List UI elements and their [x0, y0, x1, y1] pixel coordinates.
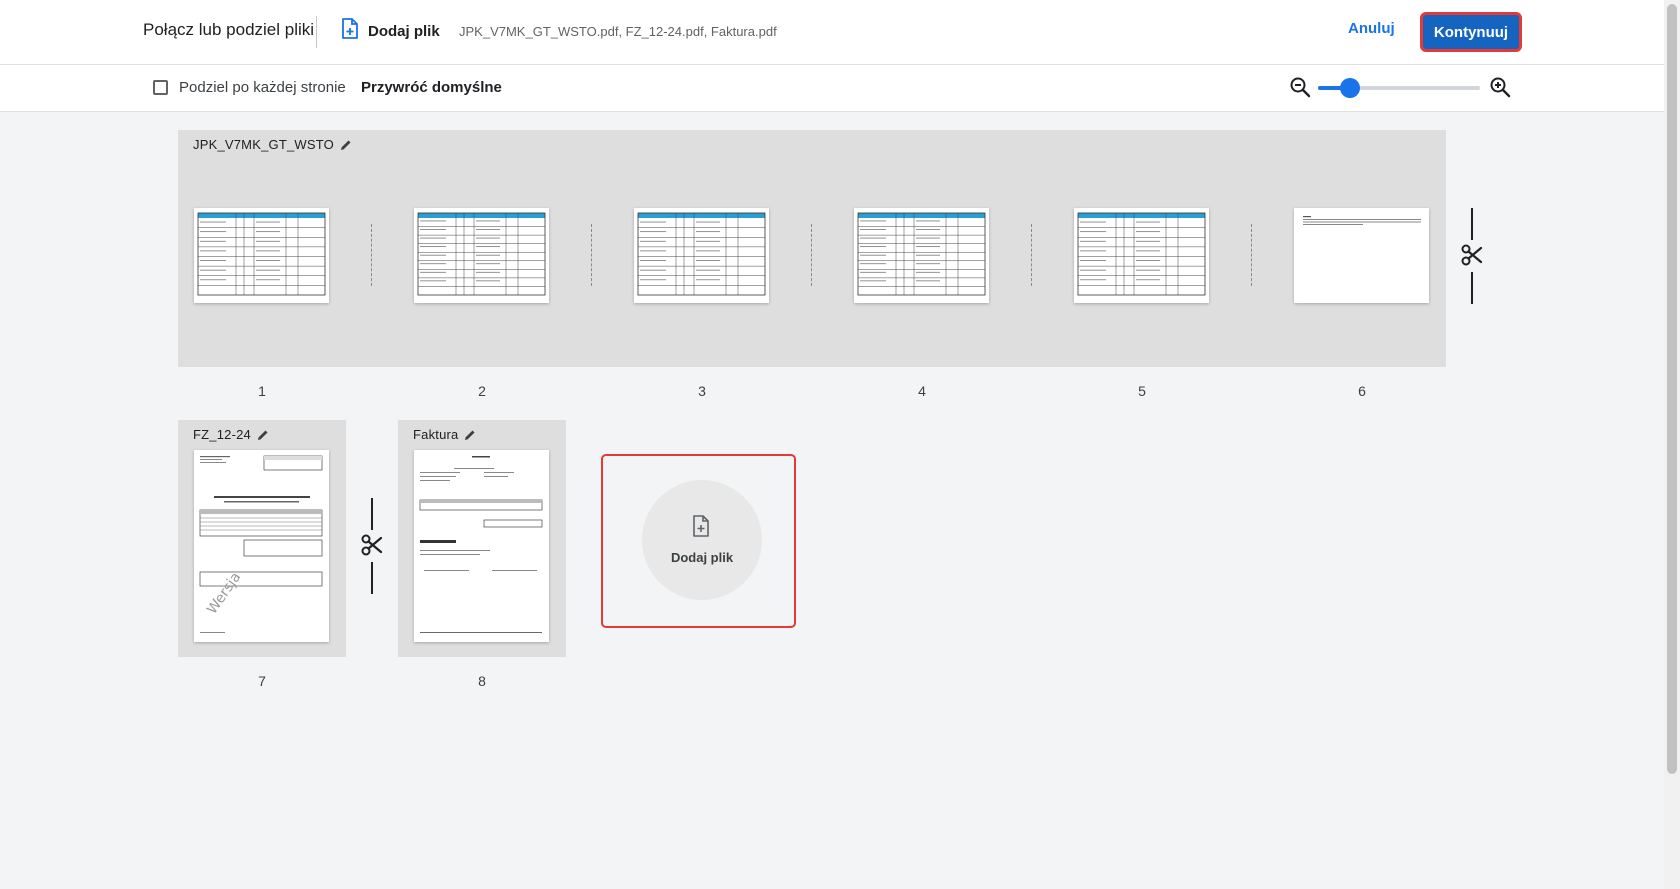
- toolbar: Podziel po każdej stronie Przywróć domyś…: [0, 65, 1664, 112]
- page-number: 4: [918, 383, 926, 399]
- split-point[interactable]: [811, 224, 812, 286]
- edit-name-icon[interactable]: [340, 139, 352, 151]
- restore-defaults-button[interactable]: Przywróć domyślne: [361, 79, 502, 96]
- split-line: [1471, 208, 1473, 240]
- page-number: 1: [258, 383, 266, 399]
- add-file-icon: [690, 514, 712, 543]
- group-title: Faktura: [413, 427, 476, 442]
- group-title: FZ_12-24: [193, 427, 269, 442]
- header-divider: [316, 16, 317, 48]
- scrollbar-thumb[interactable]: [1667, 4, 1677, 774]
- header: Połącz lub podziel pliki Dodaj plik JPK_…: [0, 0, 1664, 65]
- split-point[interactable]: [1031, 224, 1032, 286]
- split-point[interactable]: [591, 224, 592, 286]
- zoom-out-icon[interactable]: [1289, 76, 1311, 103]
- split-point[interactable]: [1251, 224, 1252, 286]
- page-number: 7: [258, 673, 266, 689]
- page-thumbnail[interactable]: [854, 208, 989, 303]
- file-group-jpk: JPK_V7MK_GT_WSTO: [178, 130, 1446, 367]
- add-file-card[interactable]: Dodaj plik: [601, 454, 796, 628]
- edit-name-icon[interactable]: [464, 429, 476, 441]
- svg-text:Wersja: Wersja: [204, 569, 244, 617]
- page-number: 6: [1358, 383, 1366, 399]
- scissors-icon: [360, 533, 384, 562]
- file-list: JPK_V7MK_GT_WSTO.pdf, FZ_12-24.pdf, Fakt…: [459, 24, 777, 39]
- page-thumbnail[interactable]: [414, 208, 549, 303]
- add-file-icon: [340, 18, 360, 45]
- zoom-slider[interactable]: [1318, 78, 1480, 98]
- page-number: 8: [478, 673, 486, 689]
- page-number: 5: [1138, 383, 1146, 399]
- page-thumbnail[interactable]: [1074, 208, 1209, 303]
- app-title: Połącz lub podziel pliki: [143, 20, 315, 39]
- scissors-icon: [1460, 243, 1484, 272]
- page-number: 3: [698, 383, 706, 399]
- group-name: FZ_12-24: [193, 427, 251, 442]
- page-number: 2: [478, 383, 486, 399]
- scrollbar[interactable]: [1664, 0, 1680, 889]
- group-name: Faktura: [413, 427, 459, 442]
- split-line: [1471, 272, 1473, 304]
- add-file-button[interactable]: Dodaj plik: [340, 18, 440, 45]
- split-marker[interactable]: [1457, 208, 1487, 304]
- add-file-circle[interactable]: Dodaj plik: [642, 480, 762, 600]
- split-line: [371, 498, 373, 530]
- group-title: JPK_V7MK_GT_WSTO: [193, 137, 352, 152]
- zoom-in-icon[interactable]: [1489, 76, 1511, 103]
- page-thumbnail[interactable]: Wersja: [194, 450, 329, 642]
- page-thumbnail[interactable]: [1294, 208, 1429, 303]
- add-file-label: Dodaj plik: [368, 23, 440, 40]
- cancel-button[interactable]: Anuluj: [1348, 20, 1395, 37]
- zoom-slider-thumb[interactable]: [1340, 78, 1361, 98]
- page-thumbnail[interactable]: [194, 208, 329, 303]
- page-thumbnail[interactable]: [414, 450, 549, 642]
- edit-name-icon[interactable]: [257, 429, 269, 441]
- split-marker[interactable]: [357, 498, 387, 594]
- group-name: JPK_V7MK_GT_WSTO: [193, 137, 334, 152]
- split-each-page-label[interactable]: Podziel po każdej stronie: [179, 79, 346, 96]
- split-point[interactable]: [371, 224, 372, 286]
- page-thumbnail[interactable]: [634, 208, 769, 303]
- continue-button[interactable]: Kontynuuj: [1420, 12, 1522, 52]
- split-line: [371, 562, 373, 594]
- add-file-card-label: Dodaj plik: [670, 550, 734, 565]
- split-each-page-checkbox[interactable]: [153, 80, 168, 95]
